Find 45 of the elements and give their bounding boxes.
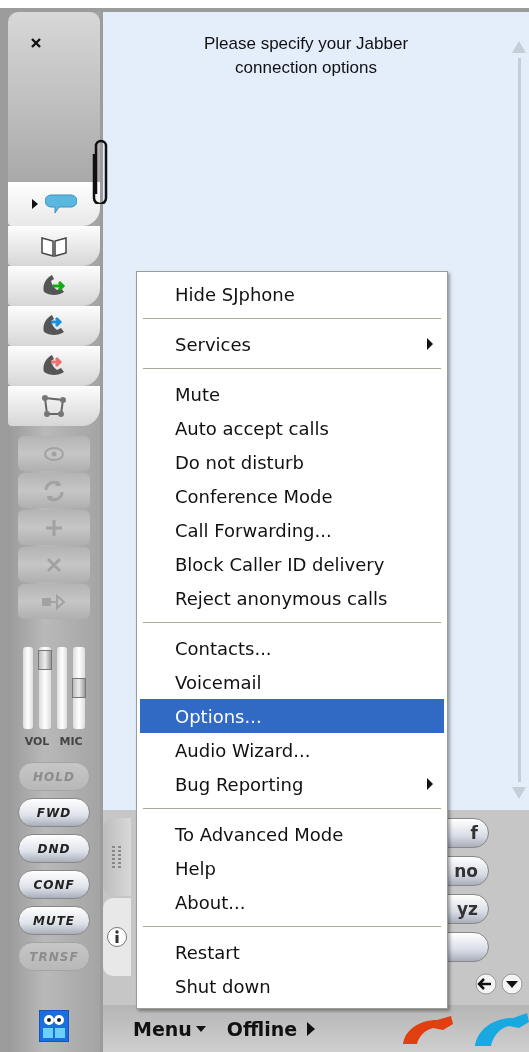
menu-button[interactable]: Menu: [133, 1013, 207, 1044]
close-icon[interactable]: [30, 37, 42, 49]
prompt-text: Please specify your Jabber connection options: [202, 33, 410, 79]
slider-track[interactable]: [39, 647, 51, 729]
menu-item[interactable]: Options...: [140, 699, 444, 733]
menu-item[interactable]: Restart: [140, 935, 444, 969]
call-control-button[interactable]: FWD: [18, 798, 90, 827]
pointer-triangle-icon: [31, 198, 39, 210]
call-control-button[interactable]: CONF: [18, 870, 90, 899]
menu-item[interactable]: Do not disturb: [140, 445, 444, 479]
menu-item[interactable]: Bug Reporting: [140, 767, 444, 801]
call-control-button[interactable]: MUTE: [18, 906, 90, 935]
menu-item[interactable]: Audio Wizard...: [140, 733, 444, 767]
menu-item[interactable]: Conference Mode: [140, 479, 444, 513]
menu-item[interactable]: Hide SJphone: [140, 277, 444, 311]
caret-icon: [194, 1023, 207, 1034]
sidebar-tab[interactable]: [8, 306, 100, 346]
panel-tab[interactable]: [103, 818, 131, 896]
menu-item[interactable]: Services: [140, 327, 444, 361]
info-icon[interactable]: [106, 926, 128, 948]
keypad-icon[interactable]: [111, 845, 123, 869]
menu-item[interactable]: Mute: [140, 377, 444, 411]
menu-item[interactable]: Contacts...: [140, 631, 444, 665]
network-icon[interactable]: [39, 394, 69, 418]
menu-item[interactable]: Voicemail: [140, 665, 444, 699]
menu-item[interactable]: Shut down: [140, 969, 444, 1003]
sidebar-tab[interactable]: [8, 266, 100, 306]
menu-item[interactable]: To Advanced Mode: [140, 817, 444, 851]
slider-thumb[interactable]: [38, 650, 52, 671]
app-logo-icon[interactable]: [39, 1010, 69, 1042]
menu-item[interactable]: About...: [140, 885, 444, 919]
slider-label: VOL: [24, 735, 50, 748]
menu-item[interactable]: Block Caller ID delivery: [140, 547, 444, 581]
sidebar-tab[interactable]: [8, 182, 100, 226]
slider-label: MIC: [59, 735, 83, 748]
slider-track[interactable]: [73, 647, 85, 729]
menu-item[interactable]: Call Forwarding...: [140, 513, 444, 547]
menu-item[interactable]: Help: [140, 851, 444, 885]
menu-item[interactable]: Auto accept calls: [140, 411, 444, 445]
book-icon[interactable]: [39, 234, 69, 258]
slider-thumb[interactable]: [72, 678, 86, 698]
menu-item[interactable]: Reject anonymous calls: [140, 581, 444, 615]
status-button[interactable]: Offline: [226, 1013, 298, 1044]
call-control-button[interactable]: DND: [18, 834, 90, 863]
sidebar-tab[interactable]: [8, 346, 100, 386]
